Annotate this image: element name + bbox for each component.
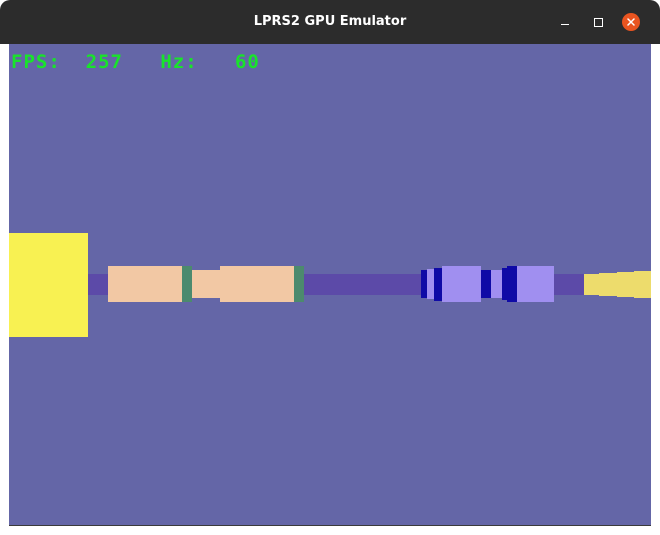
lavender-stripe xyxy=(491,270,502,298)
peach-block xyxy=(108,266,182,302)
minimize-button[interactable] xyxy=(555,12,575,32)
scene-canvas xyxy=(9,233,651,337)
close-icon xyxy=(622,13,640,31)
green-band xyxy=(294,266,304,302)
dark-blue-stripe xyxy=(507,266,517,302)
minimize-icon xyxy=(561,23,569,25)
lavender-block xyxy=(442,266,481,302)
lavender-block xyxy=(517,266,554,302)
lavender-stripe xyxy=(427,269,434,299)
dark-blue-stripe xyxy=(481,270,491,298)
peach-connector xyxy=(192,270,220,298)
green-band xyxy=(182,266,192,302)
fps-value: 257 xyxy=(85,51,123,73)
dark-blue-stripe xyxy=(434,268,442,301)
render-viewport[interactable]: FPS: 257 Hz: 60 xyxy=(9,44,651,526)
hud-overlay: FPS: 257 Hz: 60 xyxy=(11,51,260,73)
dark-blue-stripe xyxy=(421,270,427,298)
fps-label: FPS: xyxy=(11,51,61,73)
hz-label: Hz: xyxy=(160,51,198,73)
dark-blue-stripe xyxy=(502,268,507,300)
emulator-window: LPRS2 GPU Emulator FPS: 257 Hz: 60 xyxy=(0,0,660,535)
hz-value: 60 xyxy=(234,51,260,73)
yellow-block-near xyxy=(9,233,88,337)
maximize-button[interactable] xyxy=(588,12,608,32)
maximize-icon xyxy=(593,17,603,27)
title-bar[interactable]: LPRS2 GPU Emulator xyxy=(0,0,660,44)
close-button[interactable] xyxy=(621,12,641,32)
peach-block xyxy=(220,266,294,302)
yellow-block-far xyxy=(584,271,651,298)
